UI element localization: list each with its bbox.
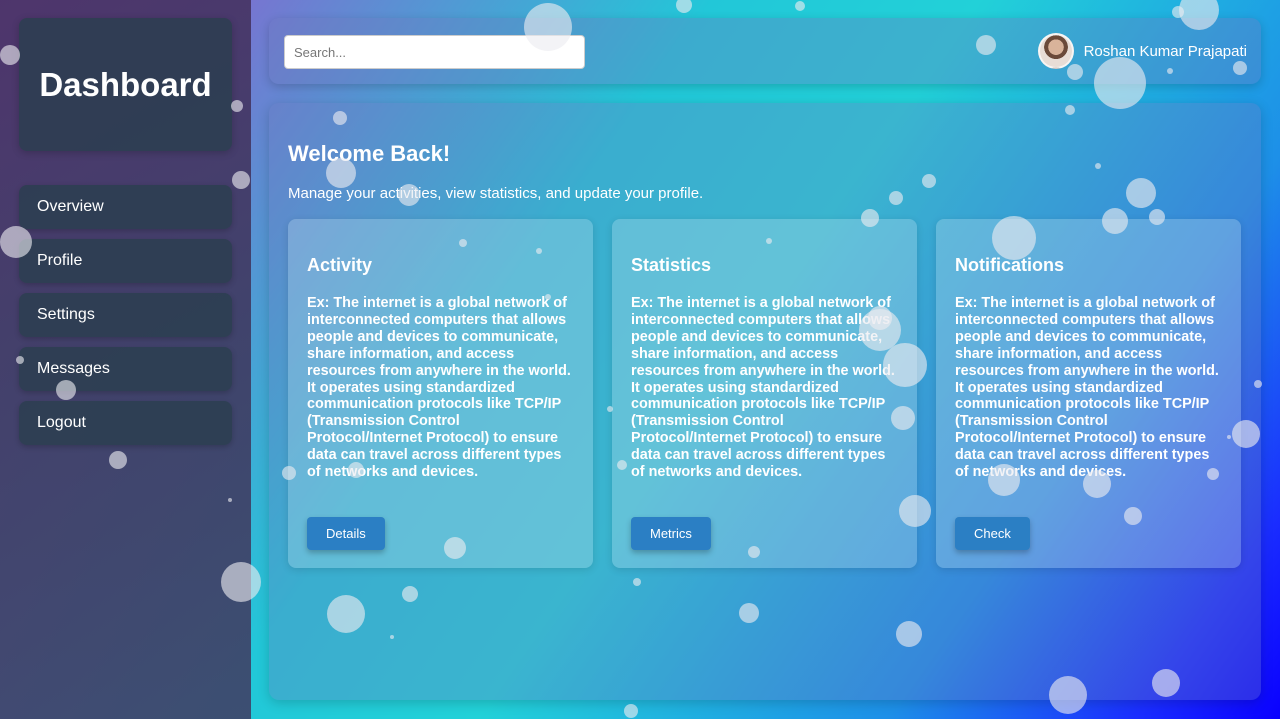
details-button[interactable]: Details: [307, 517, 385, 550]
card-title: Activity: [307, 255, 373, 275]
check-button[interactable]: Check: [955, 517, 1030, 550]
bubble: [624, 704, 638, 718]
card-text: Ex: The internet is a global network of …: [955, 295, 1219, 481]
search-input[interactable]: [284, 35, 585, 69]
statistics-card: Statistics Ex: The internet is a global …: [612, 219, 917, 568]
bubble: [795, 1, 805, 11]
sidebar-item-profile[interactable]: Profile: [19, 239, 232, 283]
notifications-card: Notifications Ex: The internet is a glob…: [936, 219, 1241, 568]
user-profile[interactable]: Roshan Kumar Prajapati: [1037, 33, 1247, 69]
dashboard-title: Dashboard: [19, 18, 232, 151]
sidebar-item-messages[interactable]: Messages: [19, 347, 232, 391]
bubble: [676, 0, 692, 13]
welcome-subtitle: Manage your activities, view statistics,…: [288, 185, 704, 202]
card-text: Ex: The internet is a global network of …: [307, 295, 571, 481]
user-name: Roshan Kumar Prajapati: [1083, 42, 1247, 60]
bubble: [1172, 6, 1184, 18]
top-bar: Roshan Kumar Prajapati: [269, 18, 1261, 84]
card-text: Ex: The internet is a global network of …: [631, 295, 895, 481]
card-grid: Activity Ex: The internet is a global ne…: [288, 219, 1242, 568]
main-content: Welcome Back! Manage your activities, vi…: [269, 103, 1261, 700]
sidebar-item-logout[interactable]: Logout: [19, 401, 232, 445]
activity-card: Activity Ex: The internet is a global ne…: [288, 219, 593, 568]
sidebar-item-settings[interactable]: Settings: [19, 293, 232, 337]
metrics-button[interactable]: Metrics: [631, 517, 711, 550]
card-title: Statistics: [631, 255, 712, 275]
card-title: Notifications: [955, 255, 1065, 275]
welcome-heading: Welcome Back!: [288, 141, 451, 166]
sidebar-item-overview[interactable]: Overview: [19, 185, 232, 229]
sidebar: Dashboard Overview Profile Settings Mess…: [0, 0, 251, 719]
avatar[interactable]: [1037, 33, 1074, 69]
